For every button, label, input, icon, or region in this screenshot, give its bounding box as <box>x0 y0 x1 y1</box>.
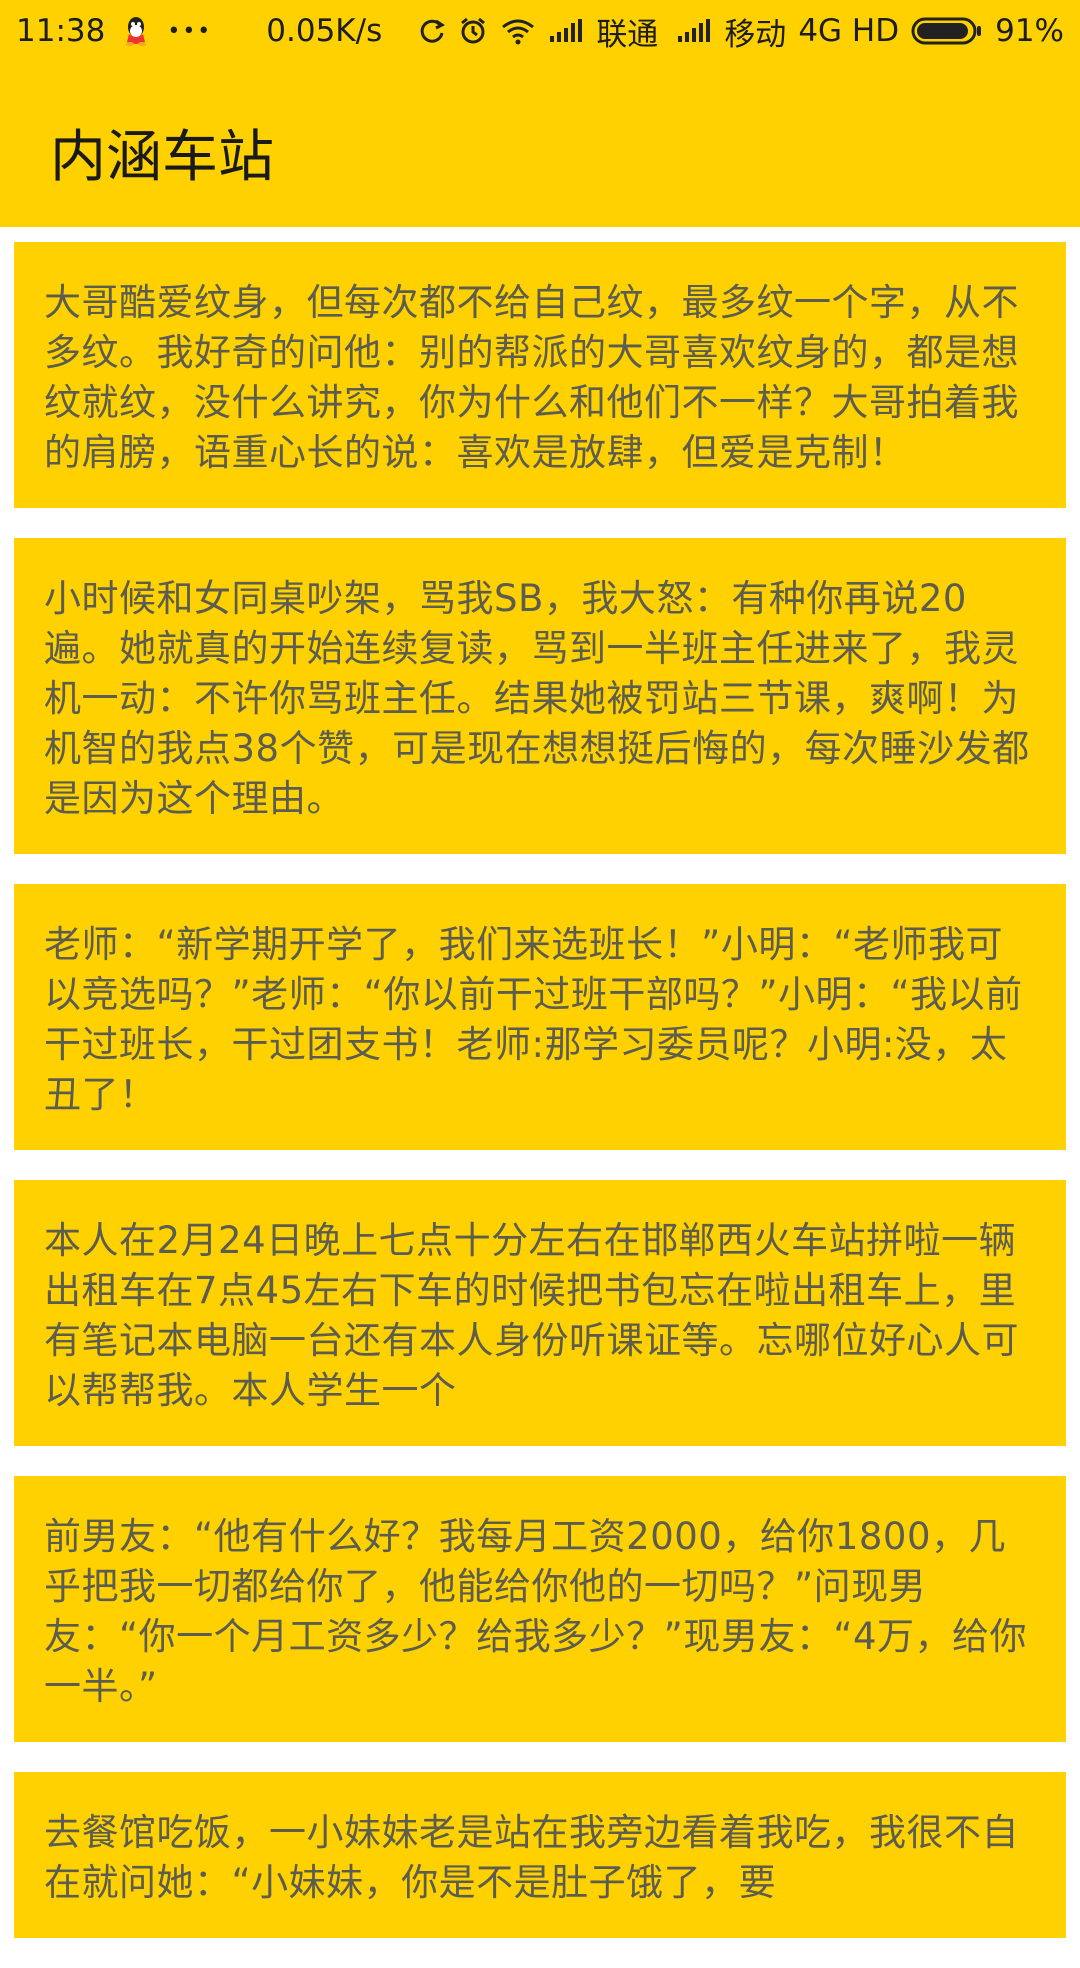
status-time: 11:38 <box>16 13 106 49</box>
alarm-icon <box>458 16 488 46</box>
joke-text: 去餐馆吃饭，一小妹妹老是站在我旁边看着我吃，我很不自在就问她：“小妹妹，你是不是… <box>44 1811 1019 1904</box>
signal-icon <box>676 18 712 44</box>
joke-card[interactable]: 小时候和女同桌吵架，骂我SB，我大怒：有种你再说20遍。她就真的开始连续复读，骂… <box>14 538 1066 854</box>
joke-text: 前男友：“他有什么好？我每月工资2000，给你1800，几乎把我一切都给你了，他… <box>44 1515 1028 1708</box>
joke-text: 大哥酷爱纹身，但每次都不给自己纹，最多纹一个字，从不多纹。我好奇的问他：别的帮派… <box>44 281 1019 474</box>
carrier-mobile: 移动 <box>724 16 787 53</box>
carrier-unicom: 联通 <box>596 16 659 53</box>
sync-icon <box>418 17 446 45</box>
signal-icon <box>548 18 584 44</box>
status-bar: 11:38 ••• 0.05K/s 联通 移动 4G HD 91% <box>0 0 1080 62</box>
battery-icon <box>911 16 983 46</box>
page-title: 内涵车站 <box>50 125 274 190</box>
joke-card[interactable]: 去餐馆吃饭，一小妹妹老是站在我旁边看着我吃，我很不自在就问她：“小妹妹，你是不是… <box>14 1772 1066 1938</box>
battery-percent: 91% <box>995 13 1064 49</box>
net-speed: 0.05K/s <box>266 13 383 49</box>
joke-card[interactable]: 大哥酷爱纹身，但每次都不给自己纹，最多纹一个字，从不多纹。我好奇的问他：别的帮派… <box>14 242 1066 508</box>
wifi-icon <box>500 17 536 45</box>
joke-card[interactable]: 前男友：“他有什么好？我每月工资2000，给你1800，几乎把我一切都给你了，他… <box>14 1476 1066 1742</box>
joke-text: 老师：“新学期开学了，我们来选班长！”小明：“老师我可以竞选吗？”老师：“你以前… <box>44 923 1023 1116</box>
more-notifications: ••• <box>167 18 213 44</box>
joke-text: 本人在2月24日晚上七点十分左右在邯郸西火车站拼啦一辆出租车在7点45左右下车的… <box>44 1219 1019 1412</box>
app-bar: 内涵车站 <box>0 62 1080 227</box>
network-type: 4G HD <box>798 13 900 49</box>
joke-card[interactable]: 老师：“新学期开学了，我们来选班长！”小明：“老师我可以竞选吗？”老师：“你以前… <box>14 884 1066 1150</box>
qq-icon <box>123 16 149 46</box>
joke-list[interactable]: 大哥酷爱纹身，但每次都不给自己纹，最多纹一个字，从不多纹。我好奇的问他：别的帮派… <box>0 242 1080 1968</box>
joke-card[interactable]: 本人在2月24日晚上七点十分左右在邯郸西火车站拼啦一辆出租车在7点45左右下车的… <box>14 1180 1066 1446</box>
joke-text: 小时候和女同桌吵架，骂我SB，我大怒：有种你再说20遍。她就真的开始连续复读，骂… <box>44 577 1030 820</box>
